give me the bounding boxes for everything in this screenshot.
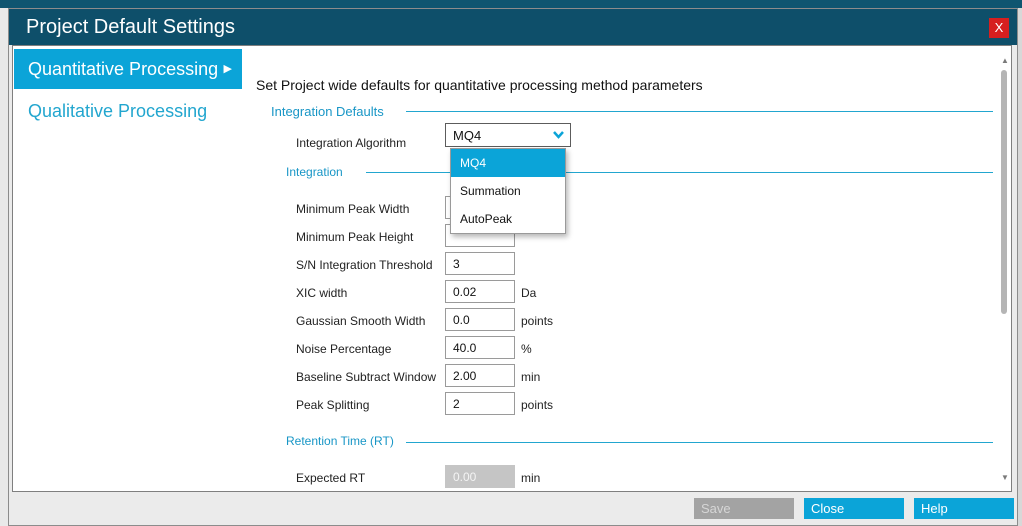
settings-dialog: Project Default Settings X Quantitative …: [8, 8, 1018, 526]
expected-rt-label: Expected RT: [296, 471, 366, 485]
background-app-edge: [1018, 8, 1022, 526]
dropdown-option-autopeak[interactable]: AutoPeak: [451, 205, 565, 233]
section-title-integration-defaults: Integration Defaults: [271, 104, 384, 119]
dialog-content: Quantitative Processing ▶ Qualitative Pr…: [12, 45, 1012, 492]
noise-percentage-label: Noise Percentage: [296, 342, 392, 356]
xic-width-input[interactable]: 0.02: [445, 280, 515, 303]
gaussian-smooth-width-input[interactable]: 0.0: [445, 308, 515, 331]
integration-algorithm-select[interactable]: MQ4: [445, 123, 571, 147]
nav-item-label: Qualitative Processing: [28, 101, 208, 121]
nav-item-label: Quantitative Processing: [28, 59, 219, 79]
peak-splitting-input[interactable]: 2: [445, 392, 515, 415]
nav-item-quantitative-processing[interactable]: Quantitative Processing ▶: [14, 49, 242, 89]
scroll-up-icon[interactable]: ▲: [1001, 56, 1009, 65]
gaussian-smooth-width-unit: points: [521, 314, 554, 328]
save-button[interactable]: Save: [694, 498, 794, 519]
background-app-strip: [0, 0, 1022, 8]
close-button[interactable]: Close: [804, 498, 904, 519]
minimum-peak-height-label: Minimum Peak Height: [296, 230, 414, 244]
section-divider: [406, 111, 993, 112]
xic-width-unit: Da: [521, 286, 537, 300]
baseline-subtract-window-input[interactable]: 2.00: [445, 364, 515, 387]
chevron-down-icon: [553, 131, 564, 139]
expected-rt-input: 0.00: [445, 465, 515, 488]
close-window-button[interactable]: X: [989, 18, 1009, 38]
sn-integration-threshold-label: S/N Integration Threshold: [296, 258, 433, 272]
integration-algorithm-label: Integration Algorithm: [296, 136, 407, 150]
peak-splitting-unit: points: [521, 398, 554, 412]
integration-algorithm-dropdown: MQ4 Summation AutoPeak: [450, 148, 566, 234]
section-title-retention-time: Retention Time (RT): [286, 434, 394, 448]
scrollbar-thumb[interactable]: [1001, 70, 1007, 314]
gaussian-smooth-width-label: Gaussian Smooth Width: [296, 314, 426, 328]
section-title-integration: Integration: [286, 165, 343, 179]
dialog-titlebar: Project Default Settings X: [9, 9, 1017, 45]
dropdown-option-summation[interactable]: Summation: [451, 177, 565, 205]
dialog-title: Project Default Settings: [26, 16, 235, 38]
expected-rt-unit: min: [521, 471, 541, 485]
baseline-subtract-window-label: Baseline Subtract Window: [296, 370, 437, 384]
xic-width-label: XIC width: [296, 286, 348, 300]
caret-right-icon: ▶: [223, 63, 232, 75]
dropdown-option-mq4[interactable]: MQ4: [451, 149, 565, 177]
noise-percentage-unit: %: [521, 342, 532, 356]
peak-splitting-label: Peak Splitting: [296, 398, 370, 412]
integration-algorithm-value: MQ4: [453, 128, 482, 143]
vertical-scrollbar[interactable]: ▲ ▼: [999, 56, 1011, 489]
page-heading: Set Project wide defaults for quantitati…: [256, 77, 703, 93]
scroll-down-icon[interactable]: ▼: [1001, 473, 1009, 482]
nav-item-qualitative-processing[interactable]: Qualitative Processing: [14, 91, 242, 131]
noise-percentage-input[interactable]: 40.0: [445, 336, 515, 359]
help-button[interactable]: Help: [914, 498, 1014, 519]
baseline-subtract-window-unit: min: [521, 370, 541, 384]
sn-integration-threshold-input[interactable]: 3: [445, 252, 515, 275]
section-divider: [406, 442, 993, 443]
minimum-peak-width-label: Minimum Peak Width: [296, 202, 410, 216]
